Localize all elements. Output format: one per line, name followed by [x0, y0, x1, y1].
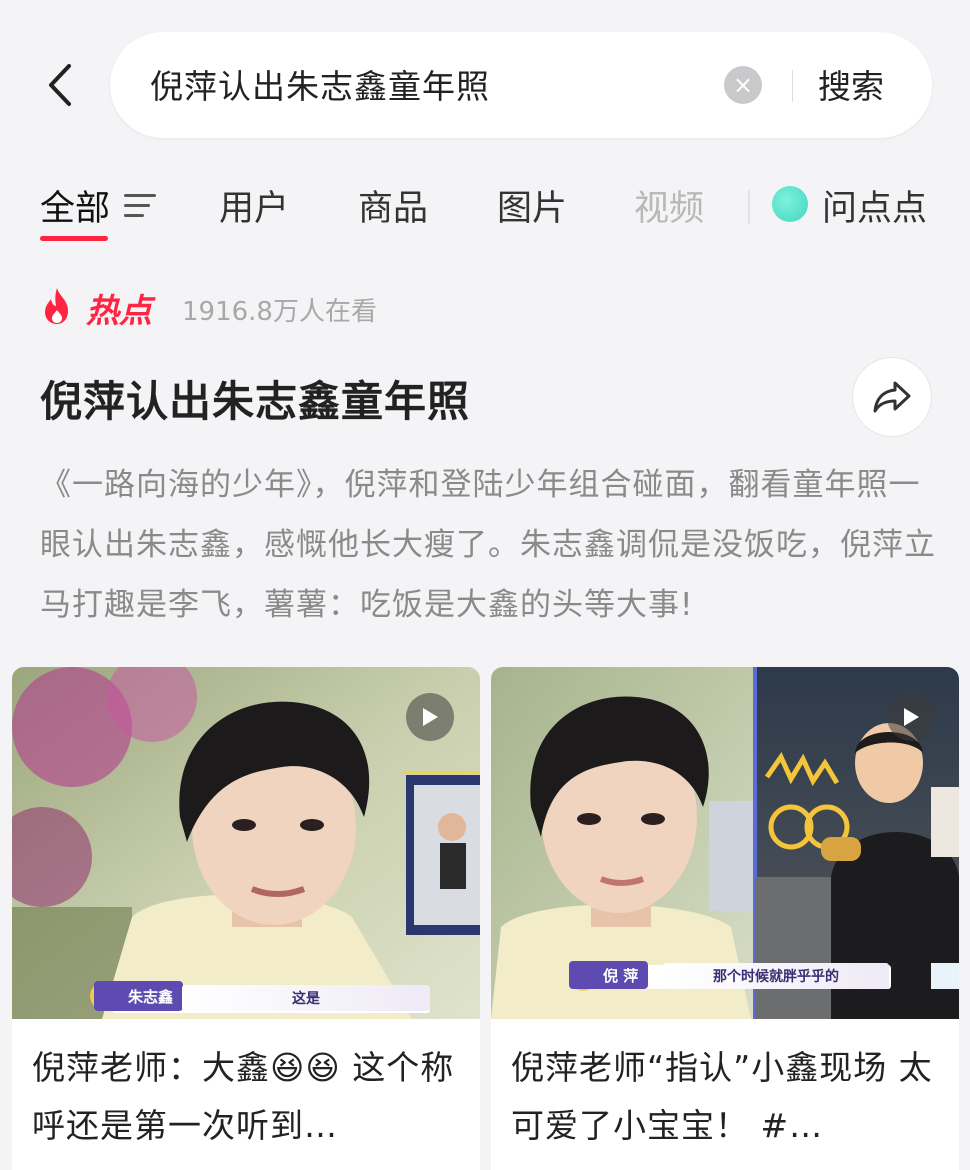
share-button[interactable]	[852, 357, 932, 437]
search-input[interactable]: 倪萍认出朱志鑫童年照	[150, 60, 490, 108]
hot-label: 热点	[86, 291, 152, 330]
video-thumbnail[interactable]: 朱志鑫 这是	[12, 667, 480, 1019]
tab-divider	[748, 190, 750, 224]
topic-title: 倪萍认出朱志鑫童年照	[40, 377, 471, 426]
search-button[interactable]: 搜索	[818, 60, 884, 108]
search-box[interactable]: 倪萍认出朱志鑫童年照 × 搜索	[110, 32, 932, 138]
top-bar: 倪萍认出朱志鑫童年照 × 搜索	[0, 0, 970, 150]
play-icon	[406, 693, 454, 741]
card-title[interactable]: 倪萍老师：大鑫😆😆 这个称呼还是第一次听到…	[32, 1039, 462, 1155]
card-title[interactable]: 倪萍老师“指认”小鑫现场 太可爱了小宝宝！ #…	[511, 1039, 941, 1155]
share-icon	[873, 381, 911, 413]
tab-users[interactable]: 用户	[219, 180, 289, 231]
caption-text: 这是	[182, 985, 430, 1011]
viewer-count: 1916.8万人在看	[182, 297, 377, 327]
tab-videos[interactable]: 视频	[634, 180, 704, 231]
video-thumbnail[interactable]: 倪 萍 那个时候就胖乎乎的	[491, 667, 959, 1019]
chevron-left-icon	[49, 64, 71, 106]
caption-name-tag: 倪 萍	[569, 961, 649, 989]
tab-wendiandian[interactable]: 问点点	[822, 180, 927, 231]
note-card[interactable]: 朱志鑫 这是 倪萍老师：大鑫😆😆 这个称呼还是第一次听到…	[12, 667, 480, 1170]
back-button[interactable]	[30, 50, 90, 120]
tab-images[interactable]: 图片	[497, 180, 567, 231]
note-card[interactable]: 倪 萍 那个时候就胖乎乎的 倪萍老师“指认”小鑫现场 太可爱了小宝宝！ #…	[491, 667, 959, 1170]
active-tab-indicator	[40, 236, 108, 241]
topic-description: 《一路向海的少年》，倪萍和登陆少年组合碰面，翻看童年照一眼认出朱志鑫，感慨他长大…	[40, 467, 936, 623]
filter-icon[interactable]	[124, 192, 156, 220]
play-icon	[887, 693, 935, 741]
tab-bar: 全部 用户 商品 图片 视频 问点点	[0, 170, 970, 250]
caption-text: 那个时候就胖乎乎的	[663, 963, 889, 989]
tab-products[interactable]: 商品	[358, 180, 428, 231]
tab-all[interactable]: 全部	[40, 180, 110, 231]
fire-icon	[45, 288, 68, 324]
wendiandian-icon[interactable]	[772, 186, 808, 222]
clear-icon[interactable]: ×	[724, 66, 762, 104]
caption-name-tag: 朱志鑫	[94, 981, 184, 1011]
divider	[792, 70, 793, 102]
hot-header: 热点 1916.8万人在看	[40, 282, 640, 332]
